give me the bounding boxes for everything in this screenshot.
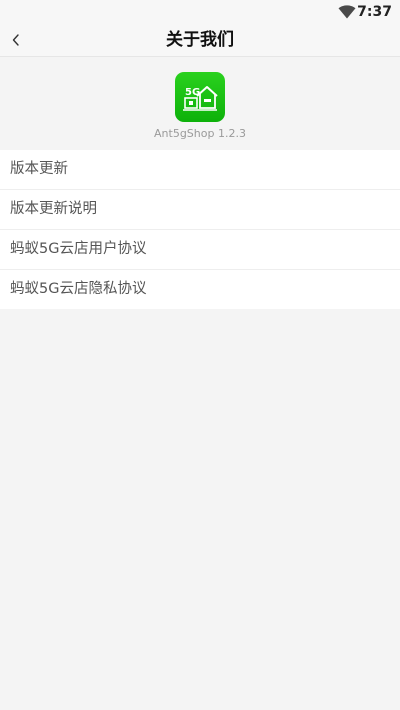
status-time: 7:37 [357,4,392,20]
app-info-section: 5G Ant5gShop 1.2.3 [0,57,400,149]
app-version-text: Ant5gShop 1.2.3 [154,127,246,140]
page-title: 关于我们 [166,30,234,50]
menu-list: 版本更新 版本更新说明 蚂蚁5G云店用户协议 蚂蚁5G云店隐私协议 [0,150,400,309]
menu-item-version-notes[interactable]: 版本更新说明 [0,190,400,230]
menu-item-version-update[interactable]: 版本更新 [0,150,400,190]
ant5gshop-logo-icon: 5G [175,72,225,122]
wifi-icon [338,5,356,19]
status-bar: 7:37 [0,0,400,24]
menu-item-privacy-agreement[interactable]: 蚂蚁5G云店隐私协议 [0,270,400,309]
menu-item-user-agreement[interactable]: 蚂蚁5G云店用户协议 [0,230,400,270]
app-bar: 关于我们 [0,24,400,57]
